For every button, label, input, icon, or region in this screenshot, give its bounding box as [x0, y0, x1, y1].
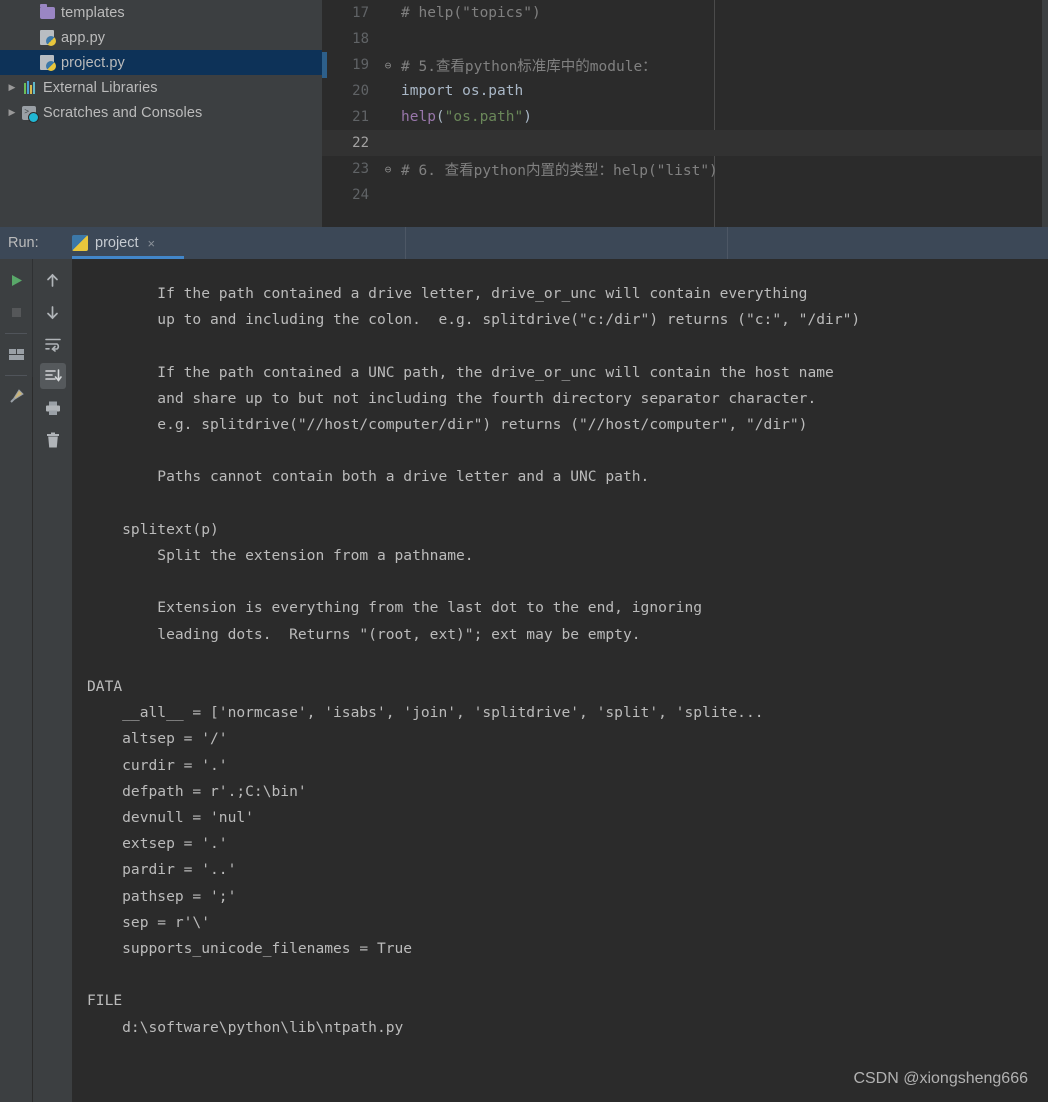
code-line[interactable]: 24	[322, 182, 1048, 208]
run-tab-title: project	[95, 235, 139, 251]
fold-toggle-icon[interactable]: ⊖	[378, 59, 398, 72]
trash-icon	[46, 432, 59, 447]
tree-item-label: project.py	[61, 54, 125, 71]
line-marker	[322, 52, 327, 78]
tree-item-templates[interactable]: templates	[0, 0, 322, 25]
code-line[interactable]: 18	[322, 26, 1048, 52]
line-marker	[322, 26, 327, 52]
tree-item-label: app.py	[61, 29, 106, 46]
line-number: 22	[352, 135, 369, 151]
console-toolbar-secondary[interactable]	[33, 259, 72, 1102]
line-number: 18	[352, 31, 369, 47]
line-marker	[322, 156, 327, 182]
code-editor[interactable]: 17 # help("topics") 18 19 ⊖ # 5.查看python标准库中的…	[322, 0, 1048, 227]
arrow-down-icon	[47, 305, 58, 319]
code-line[interactable]: 20 import os.path	[322, 78, 1048, 104]
layout-button[interactable]	[3, 341, 29, 367]
line-number: 20	[352, 83, 369, 99]
code-line[interactable]: 22	[322, 130, 1048, 156]
toolbar-separator-2	[5, 375, 27, 376]
code-line[interactable]: 17 # help("topics")	[322, 0, 1048, 26]
line-number: 24	[352, 187, 369, 203]
toolbar-separator-1	[5, 333, 27, 334]
scroll-to-end-button[interactable]	[39, 363, 66, 389]
folder-icon	[38, 3, 56, 21]
scratches-icon: >_	[20, 105, 39, 123]
editor-lines[interactable]: 17 # help("topics") 18 19 ⊖ # 5.查看python标准库中的…	[322, 0, 1048, 208]
run-header-spacer-3	[728, 227, 1048, 259]
line-marker	[322, 78, 327, 104]
tree-item-external-libraries[interactable]: ▶ External Libraries	[0, 75, 322, 100]
run-label: Run:	[8, 235, 39, 251]
scroll-end-icon	[44, 369, 62, 382]
code-token: import os.path	[401, 83, 524, 99]
run-tab-project[interactable]: project ×	[66, 227, 184, 259]
code-line[interactable]: 23 ⊖ # 6. 查看python内置的类型：help("list")	[322, 156, 1048, 182]
arrow-up-icon	[47, 273, 58, 287]
code-text: # help("topics")	[398, 5, 541, 21]
rerun-button[interactable]	[3, 267, 29, 293]
run-header-spacer-2	[406, 227, 727, 259]
clear-all-button[interactable]	[40, 427, 66, 453]
python-file-icon	[38, 30, 56, 46]
run-console-panel: If the path contained a drive letter, dr…	[0, 259, 1048, 1102]
code-token: )	[523, 109, 532, 125]
layout-icon	[8, 348, 24, 360]
line-number: 17	[352, 5, 369, 21]
code-line[interactable]: 19 ⊖ # 5.查看python标准库中的module：	[322, 52, 1048, 78]
project-tool-window[interactable]: templates app.py project.py ▶ External L…	[0, 0, 322, 227]
tree-item-label: Scratches and Consoles	[43, 104, 203, 121]
soft-wrap-icon	[44, 338, 61, 352]
code-text: import os.path	[398, 83, 523, 99]
prev-occurrence-button[interactable]	[40, 267, 66, 293]
printer-icon	[45, 401, 60, 415]
tree-item-label: External Libraries	[43, 79, 158, 96]
line-marker	[322, 182, 327, 208]
console-output[interactable]: If the path contained a drive letter, dr…	[72, 259, 1048, 1102]
watermark-label: CSDN @xiongsheng666	[853, 1070, 1028, 1087]
chevron-right-icon[interactable]: ▶	[4, 107, 20, 118]
code-token: "os.path"	[444, 109, 524, 125]
print-button[interactable]	[40, 395, 66, 421]
soft-wrap-button[interactable]	[40, 331, 66, 357]
play-icon	[11, 274, 22, 286]
line-marker	[322, 0, 327, 26]
fold-toggle-icon[interactable]: ⊖	[378, 163, 398, 176]
stop-button[interactable]	[3, 299, 29, 325]
code-text: help("os.path")	[398, 109, 532, 125]
line-number: 21	[352, 109, 369, 125]
run-tool-window-header: Run: project ×	[0, 227, 1048, 259]
python-icon	[72, 235, 88, 251]
line-marker	[322, 104, 327, 130]
next-occurrence-button[interactable]	[40, 299, 66, 325]
code-token: help	[401, 109, 436, 125]
line-marker	[322, 130, 327, 156]
close-icon[interactable]: ×	[148, 237, 156, 250]
code-text: # 5.查看python标准库中的module：	[398, 55, 657, 76]
code-text: # 6. 查看python内置的类型：help("list")	[398, 159, 718, 180]
code-line[interactable]: 21 help("os.path")	[322, 104, 1048, 130]
line-number: 23	[352, 161, 369, 177]
python-file-icon	[38, 55, 56, 71]
libraries-icon	[20, 80, 38, 96]
editor-scroll-strip[interactable]	[1042, 0, 1048, 227]
pin-icon	[9, 388, 24, 403]
code-token: (	[435, 109, 445, 125]
tree-item-project-py[interactable]: project.py	[0, 50, 322, 75]
code-token: # 5.查看python标准库中的module：	[401, 58, 657, 75]
code-token: # help("topics")	[401, 5, 541, 21]
chevron-right-icon[interactable]: ▶	[4, 82, 20, 93]
code-token: # 6. 查看python内置的类型：help("list")	[401, 162, 718, 179]
line-number: 19	[352, 57, 369, 73]
tree-item-label: templates	[61, 4, 125, 21]
ide-top-area: templates app.py project.py ▶ External L…	[0, 0, 1048, 227]
tree-item-scratches-and-consoles[interactable]: ▶ >_ Scratches and Consoles	[0, 100, 322, 125]
stop-icon	[11, 307, 21, 317]
console-toolbar-primary[interactable]	[0, 259, 32, 1102]
tree-item-app-py[interactable]: app.py	[0, 25, 322, 50]
run-header-spacer-1	[184, 227, 405, 259]
pin-button[interactable]	[3, 383, 29, 409]
